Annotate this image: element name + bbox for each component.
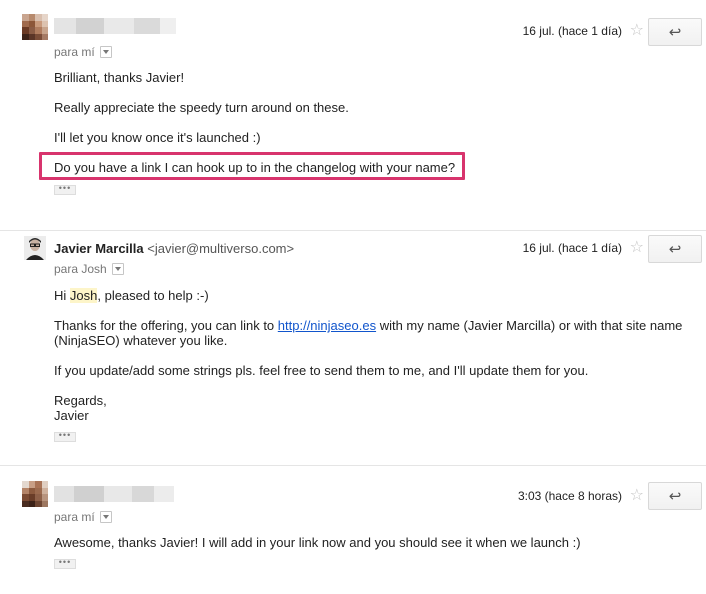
body-line: Awesome, thanks Javier! I will add in yo… [54, 535, 581, 550]
reply-icon: ↩ [668, 487, 682, 505]
reply-button[interactable]: ↩ [648, 482, 702, 510]
sender-name-blurred [54, 486, 174, 502]
message-3: para mí 3:03 (hace 8 horas) ☆ ↩ Awesome,… [0, 0, 706, 594]
sender-avatar-blurred[interactable] [22, 481, 48, 507]
message-date: 3:03 (hace 8 horas) [517, 489, 622, 503]
recipient-text: para mí [54, 510, 95, 524]
details-dropdown-icon[interactable] [99, 511, 112, 523]
show-trimmed-content-button[interactable]: ••• [54, 558, 76, 569]
recipient-label[interactable]: para mí [54, 510, 112, 524]
star-icon[interactable]: ☆ [630, 488, 644, 504]
